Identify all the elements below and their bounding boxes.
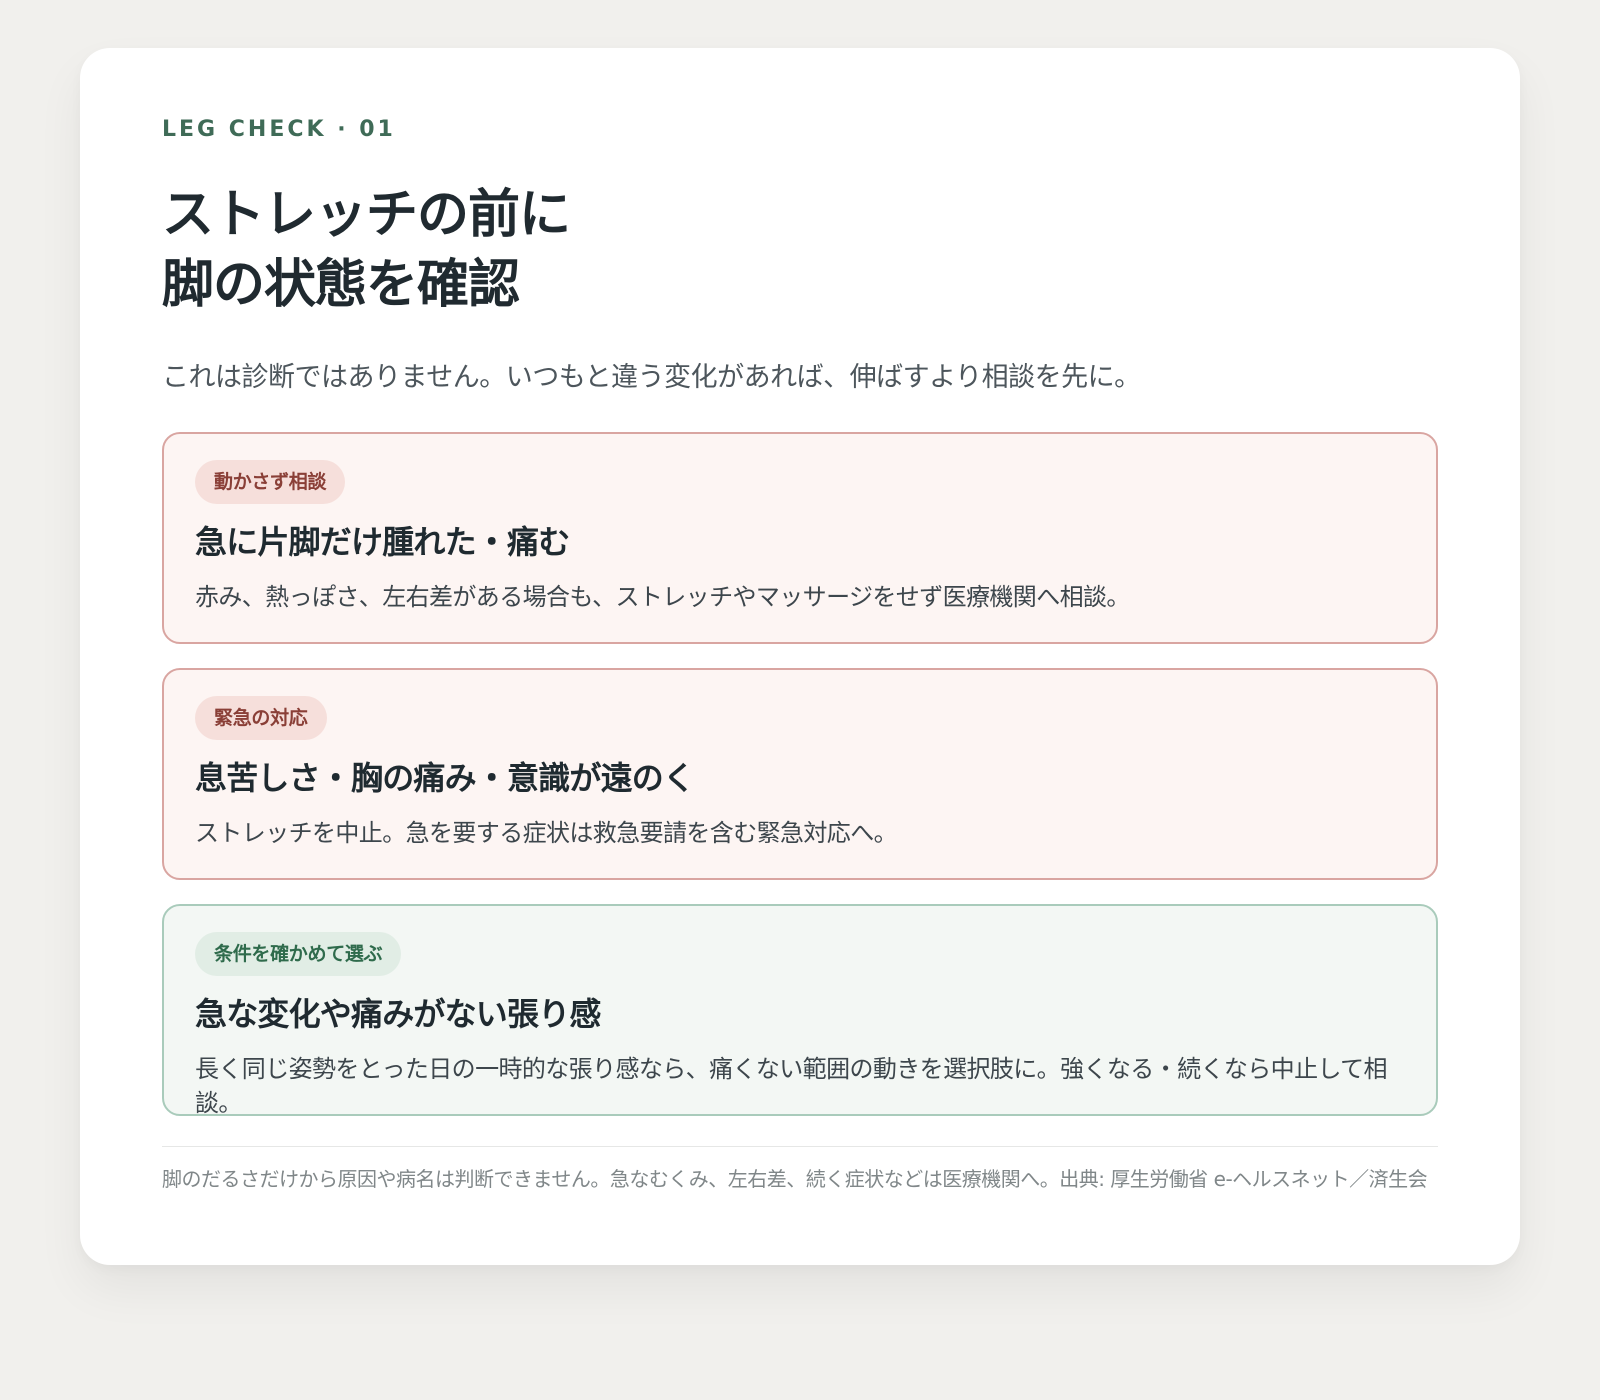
check-item-tension: 条件を確かめて選ぶ 急な変化や痛みがない張り感 長く同じ姿勢をとった日の一時的な… <box>162 904 1438 1117</box>
status-badge: 緊急の対応 <box>195 696 327 740</box>
lead-text: これは診断ではありません。いつもと違う変化があれば、伸ばすより相談を先に。 <box>162 362 1141 393</box>
check-item-list: 動かさず相談 急に片脚だけ腫れた・痛む 赤み、熱っぽさ、左右差がある場合も、スト… <box>162 432 1438 1117</box>
check-item-description: ストレッチを中止。急を要する症状は救急要請を含む緊急対応へ。 <box>195 819 898 847</box>
check-item-description: 長く同じ姿勢をとった日の一時的な張り感なら、痛くない範囲の動きを選択肢に。強くな… <box>195 1055 1388 1117</box>
check-item-title: 息苦しさ・胸の痛み・意識が遠のく <box>195 759 695 797</box>
check-item-sudden-swelling: 動かさず相談 急に片脚だけ腫れた・痛む 赤み、熱っぽさ、左右差がある場合も、スト… <box>162 432 1438 644</box>
footnote: 脚のだるさだけから原因や病名は判断できません。急なむくみ、左右差、続く症状などは… <box>162 1167 1428 1191</box>
divider <box>162 1146 1438 1147</box>
check-item-title: 急に片脚だけ腫れた・痛む <box>195 523 570 561</box>
check-item-emergency: 緊急の対応 息苦しさ・胸の痛み・意識が遠のく ストレッチを中止。急を要する症状は… <box>162 668 1438 880</box>
status-badge: 条件を確かめて選ぶ <box>195 932 402 976</box>
page-title-line-1: ストレッチの前に <box>162 185 571 245</box>
eyebrow-label: LEG CHECK · 01 <box>162 117 396 142</box>
page-title-line-2: 脚の状態を確認 <box>162 255 520 315</box>
page-title: ストレッチの前に 脚の状態を確認 <box>162 180 1438 320</box>
leg-check-card: LEG CHECK · 01 ストレッチの前に 脚の状態を確認 これは診断ではあ… <box>80 48 1520 1265</box>
check-item-description: 赤み、熱っぽさ、左右差がある場合も、ストレッチやマッサージをせず医療機関へ相談。 <box>195 583 1130 611</box>
status-badge: 動かさず相談 <box>195 460 346 504</box>
check-item-title: 急な変化や痛みがない張り感 <box>195 995 601 1033</box>
